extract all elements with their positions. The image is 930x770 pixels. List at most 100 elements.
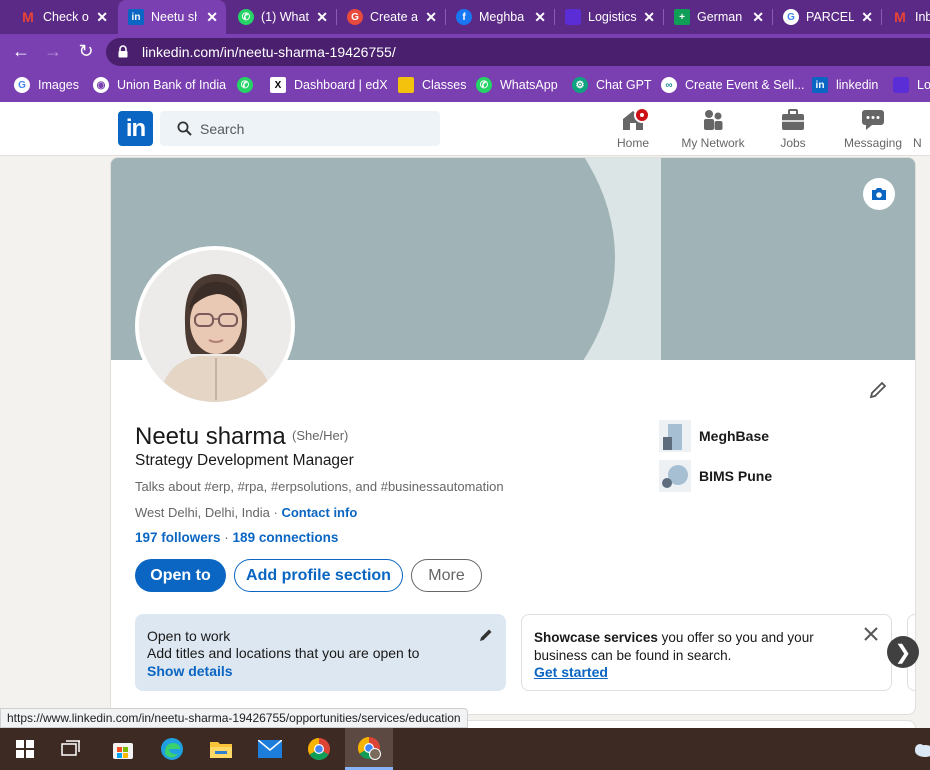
carousel-next-button[interactable]: ❯	[887, 636, 919, 668]
open-to-work-card[interactable]: Open to work Add titles and locations th…	[135, 614, 506, 691]
taskbar-chrome-profile-active[interactable]	[345, 728, 393, 770]
edge-icon[interactable]	[159, 736, 185, 762]
browser-tab[interactable]: ✆ (1) What ✕	[228, 0, 336, 34]
microsoft-store-icon[interactable]	[110, 736, 136, 762]
bookmark-item[interactable]: X Dashboard | edX	[270, 77, 388, 93]
org-bims-pune[interactable]: BIMS Pune	[659, 460, 772, 492]
gmail-icon: M	[894, 9, 906, 25]
close-tab-icon[interactable]: ✕	[861, 9, 873, 26]
bookmark-item[interactable]: Classes	[398, 77, 466, 93]
add-profile-section-button[interactable]: Add profile section	[234, 559, 403, 592]
logistics-icon	[565, 9, 581, 25]
close-tab-icon[interactable]: ✕	[206, 9, 218, 26]
nav-jobs[interactable]: Jobs	[753, 108, 833, 150]
dismiss-showcase-button[interactable]	[864, 627, 878, 646]
open-to-button[interactable]: Open to	[135, 559, 226, 592]
showcase-text: Showcase services you offer so you and y…	[534, 630, 814, 663]
linkedin-icon: in	[812, 77, 828, 93]
bookmark-item[interactable]: ⚙ Chat GPT	[572, 77, 652, 93]
whatsapp-icon: ✆	[476, 77, 492, 93]
profile-card: Neetu sharma (She/Her) Strategy Developm…	[110, 157, 916, 715]
url-text: linkedin.com/in/neetu-sharma-19426755/	[142, 44, 396, 60]
google-icon: G	[14, 77, 30, 93]
profile-name: Neetu sharma	[135, 423, 286, 450]
edit-intro-button[interactable]	[868, 380, 888, 405]
browser-tab[interactable]: G PARCEL ✕	[773, 0, 881, 34]
nav-home[interactable]: Home	[593, 107, 673, 150]
task-view-icon[interactable]	[58, 736, 84, 762]
reload-icon[interactable]: ↻	[75, 41, 97, 62]
close-tab-icon[interactable]: ✕	[316, 9, 328, 26]
logistics-icon	[893, 77, 909, 93]
connections-link[interactable]: 189 connections	[233, 530, 339, 545]
browser-toolbar: ← → ↻ linkedin.com/in/neetu-sharma-19426…	[0, 34, 930, 70]
meghbase-logo	[659, 420, 691, 452]
bookmark-item[interactable]: ◉ Union Bank of India	[93, 77, 226, 93]
close-tab-icon[interactable]: ✕	[752, 9, 764, 26]
bookmark-item[interactable]: ✆	[237, 77, 261, 93]
pencil-icon	[869, 381, 887, 399]
close-tab-icon[interactable]: ✕	[643, 9, 655, 26]
search-input[interactable]: Search	[160, 111, 440, 146]
forward-icon[interactable]: →	[42, 41, 64, 62]
mail-icon[interactable]	[257, 736, 283, 762]
bookmark-item[interactable]: ✆ WhatsApp	[476, 77, 558, 93]
linkedin-global-nav: in Search Home My Network Jobs Messaging…	[0, 102, 930, 156]
search-icon	[177, 121, 192, 136]
talks-about: Talks about #erp, #rpa, #erpsolutions, a…	[135, 479, 504, 494]
nav-my-network[interactable]: My Network	[673, 108, 753, 150]
weather-cloud-icon[interactable]	[910, 736, 930, 762]
bookmark-item[interactable]: ∞ Create Event & Sell...	[661, 77, 805, 93]
more-button[interactable]: More	[411, 559, 482, 592]
chevron-right-icon: ❯	[894, 641, 912, 664]
showcase-services-card: Showcase services you offer so you and y…	[521, 614, 892, 691]
facebook-icon: f	[456, 9, 472, 25]
status-bar-url: https://www.linkedin.com/in/neetu-sharma…	[0, 708, 468, 728]
org-meghbase[interactable]: MeghBase	[659, 420, 769, 452]
pronouns: (She/Her)	[292, 428, 349, 443]
windows-start-icon[interactable]	[12, 736, 38, 762]
open-to-work-title: Open to work	[147, 628, 231, 644]
contact-info-link[interactable]: Contact info	[281, 505, 357, 520]
browser-tab-strip: M Check o ✕ in Neetu sh ✕ ✆ (1) What ✕ G…	[0, 0, 930, 34]
close-tab-icon[interactable]: ✕	[534, 9, 546, 26]
chrome-icon[interactable]	[306, 736, 332, 762]
back-icon[interactable]: ←	[10, 41, 32, 62]
google-icon: G	[783, 9, 799, 25]
nav-notifications[interactable]: N	[913, 108, 930, 150]
followers-link[interactable]: 197 followers	[135, 530, 221, 545]
edit-open-to-work-button[interactable]	[478, 627, 494, 648]
messaging-icon	[862, 110, 884, 130]
edit-banner-button[interactable]	[863, 178, 895, 210]
avatar[interactable]	[135, 246, 295, 406]
browser-tab[interactable]: f Meghba ✕	[446, 0, 554, 34]
lock-icon	[118, 45, 128, 58]
close-icon	[864, 627, 878, 641]
linkedin-logo[interactable]: in	[118, 111, 153, 146]
edx-icon: X	[270, 77, 286, 93]
show-details-link[interactable]: Show details	[147, 663, 233, 679]
browser-tab[interactable]: G Create a ✕	[337, 0, 445, 34]
browser-tab[interactable]: + German ✕	[664, 0, 772, 34]
bookmark-item[interactable]: Lo	[893, 77, 930, 93]
network-stats: 197 followers · 189 connections	[135, 530, 339, 545]
bookmark-item[interactable]: G Images	[14, 77, 79, 93]
nav-messaging[interactable]: Messaging	[833, 108, 913, 150]
close-tab-icon[interactable]: ✕	[96, 9, 108, 26]
gmail-icon: M	[22, 9, 34, 25]
notification-badge	[634, 107, 650, 123]
close-tab-icon[interactable]: ✕	[425, 9, 437, 26]
file-explorer-icon[interactable]	[208, 736, 234, 762]
address-bar[interactable]: linkedin.com/in/neetu-sharma-19426755/	[106, 38, 930, 66]
browser-tab-active[interactable]: in Neetu sh ✕	[118, 0, 226, 34]
linkedin-icon: in	[128, 9, 144, 25]
grammarly-icon: G	[347, 9, 363, 25]
windows-taskbar	[0, 728, 930, 770]
search-placeholder: Search	[200, 121, 245, 137]
bookmark-item[interactable]: in linkedin	[812, 77, 878, 93]
get-started-link[interactable]: Get started	[534, 664, 608, 680]
browser-tab[interactable]: Logistics ✕	[555, 0, 663, 34]
classroom-icon	[398, 77, 414, 93]
browser-tab[interactable]: M Check o ✕	[10, 0, 116, 34]
browser-tab[interactable]: M Inb	[882, 0, 930, 34]
